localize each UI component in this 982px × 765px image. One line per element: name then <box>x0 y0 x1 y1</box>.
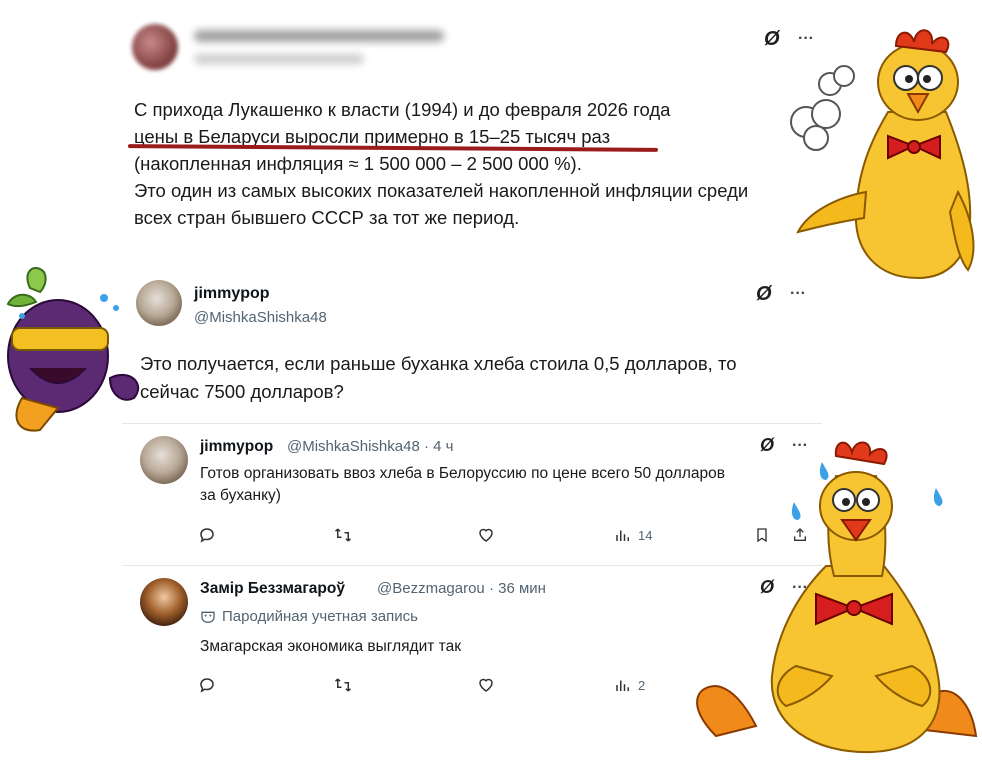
post-line: С прихода Лукашенко к власти (1994) и до… <box>134 99 671 120</box>
author-name[interactable]: jimmypop <box>200 438 273 456</box>
like-button[interactable] <box>476 526 496 544</box>
like-button[interactable] <box>476 676 496 694</box>
parody-text: Пародийная учетная запись <box>222 608 418 625</box>
views-count: 2 <box>638 677 646 693</box>
like-icon <box>479 528 493 542</box>
repost-button[interactable] <box>333 676 353 694</box>
author-handle-time[interactable]: @Bezzmagarou · 36 мин <box>377 580 546 597</box>
post-line: Это один из самых высоких показателей на… <box>134 180 749 201</box>
avatar-blurred[interactable] <box>132 24 178 70</box>
reply-line: за буханку) <box>200 487 281 504</box>
avatar[interactable] <box>140 578 188 626</box>
plum-sticker <box>6 267 140 432</box>
author-name-blurred <box>194 30 444 42</box>
post-text: Это получается, если раньше буханка хлеб… <box>140 350 800 406</box>
more-icon[interactable]: ··· <box>790 285 806 303</box>
avatar[interactable] <box>140 436 188 484</box>
repost-icon <box>334 528 352 542</box>
reply-icon <box>200 678 214 693</box>
repost-icon <box>334 678 352 692</box>
views-icon <box>616 530 629 541</box>
author-handle-blurred <box>194 54 364 64</box>
chicken-sticker <box>790 29 975 280</box>
reply-icon <box>200 528 214 543</box>
reply-text: Готов организовать ввоз хлеба в Белорусс… <box>200 463 725 507</box>
reply-button[interactable] <box>198 526 216 544</box>
post-line: (накопленная инфляция ≈ 1 500 000 – 2 50… <box>134 153 582 174</box>
reply-text: Змагарская экономика выглядит так <box>200 638 461 655</box>
views-count: 14 <box>638 527 653 543</box>
post-line: Это получается, если раньше буханка хлеб… <box>140 353 737 374</box>
post-line: сейчас 7500 долларов? <box>140 381 344 402</box>
author-handle[interactable]: @MishkaShishka48 <box>194 309 327 326</box>
post-text: С прихода Лукашенко к власти (1994) и до… <box>134 96 814 231</box>
views-icon <box>616 680 629 691</box>
dust-cloud-icon <box>790 65 855 151</box>
parody-label: Пародийная учетная запись <box>200 608 418 625</box>
chicken-crying-sticker <box>696 441 978 754</box>
author-name[interactable]: jimmypop <box>194 285 270 303</box>
reply-button[interactable] <box>198 676 216 694</box>
repost-button[interactable] <box>333 526 353 544</box>
views-button[interactable]: 2 <box>614 676 645 694</box>
grok-icon[interactable]: Ø <box>756 283 772 306</box>
author-handle-time[interactable]: @MishkaShishka48 · 4 ч <box>287 438 453 455</box>
post-line: всех стран бывшего СССР за тот же период… <box>134 207 520 228</box>
divider <box>122 423 822 424</box>
views-button[interactable]: 14 <box>614 526 652 544</box>
author-name[interactable]: Замір Беззмагароў <box>200 580 345 598</box>
parody-mask-icon <box>201 611 215 623</box>
reply-line: Готов организовать ввоз хлеба в Белорусс… <box>200 465 725 482</box>
like-icon <box>479 678 493 692</box>
